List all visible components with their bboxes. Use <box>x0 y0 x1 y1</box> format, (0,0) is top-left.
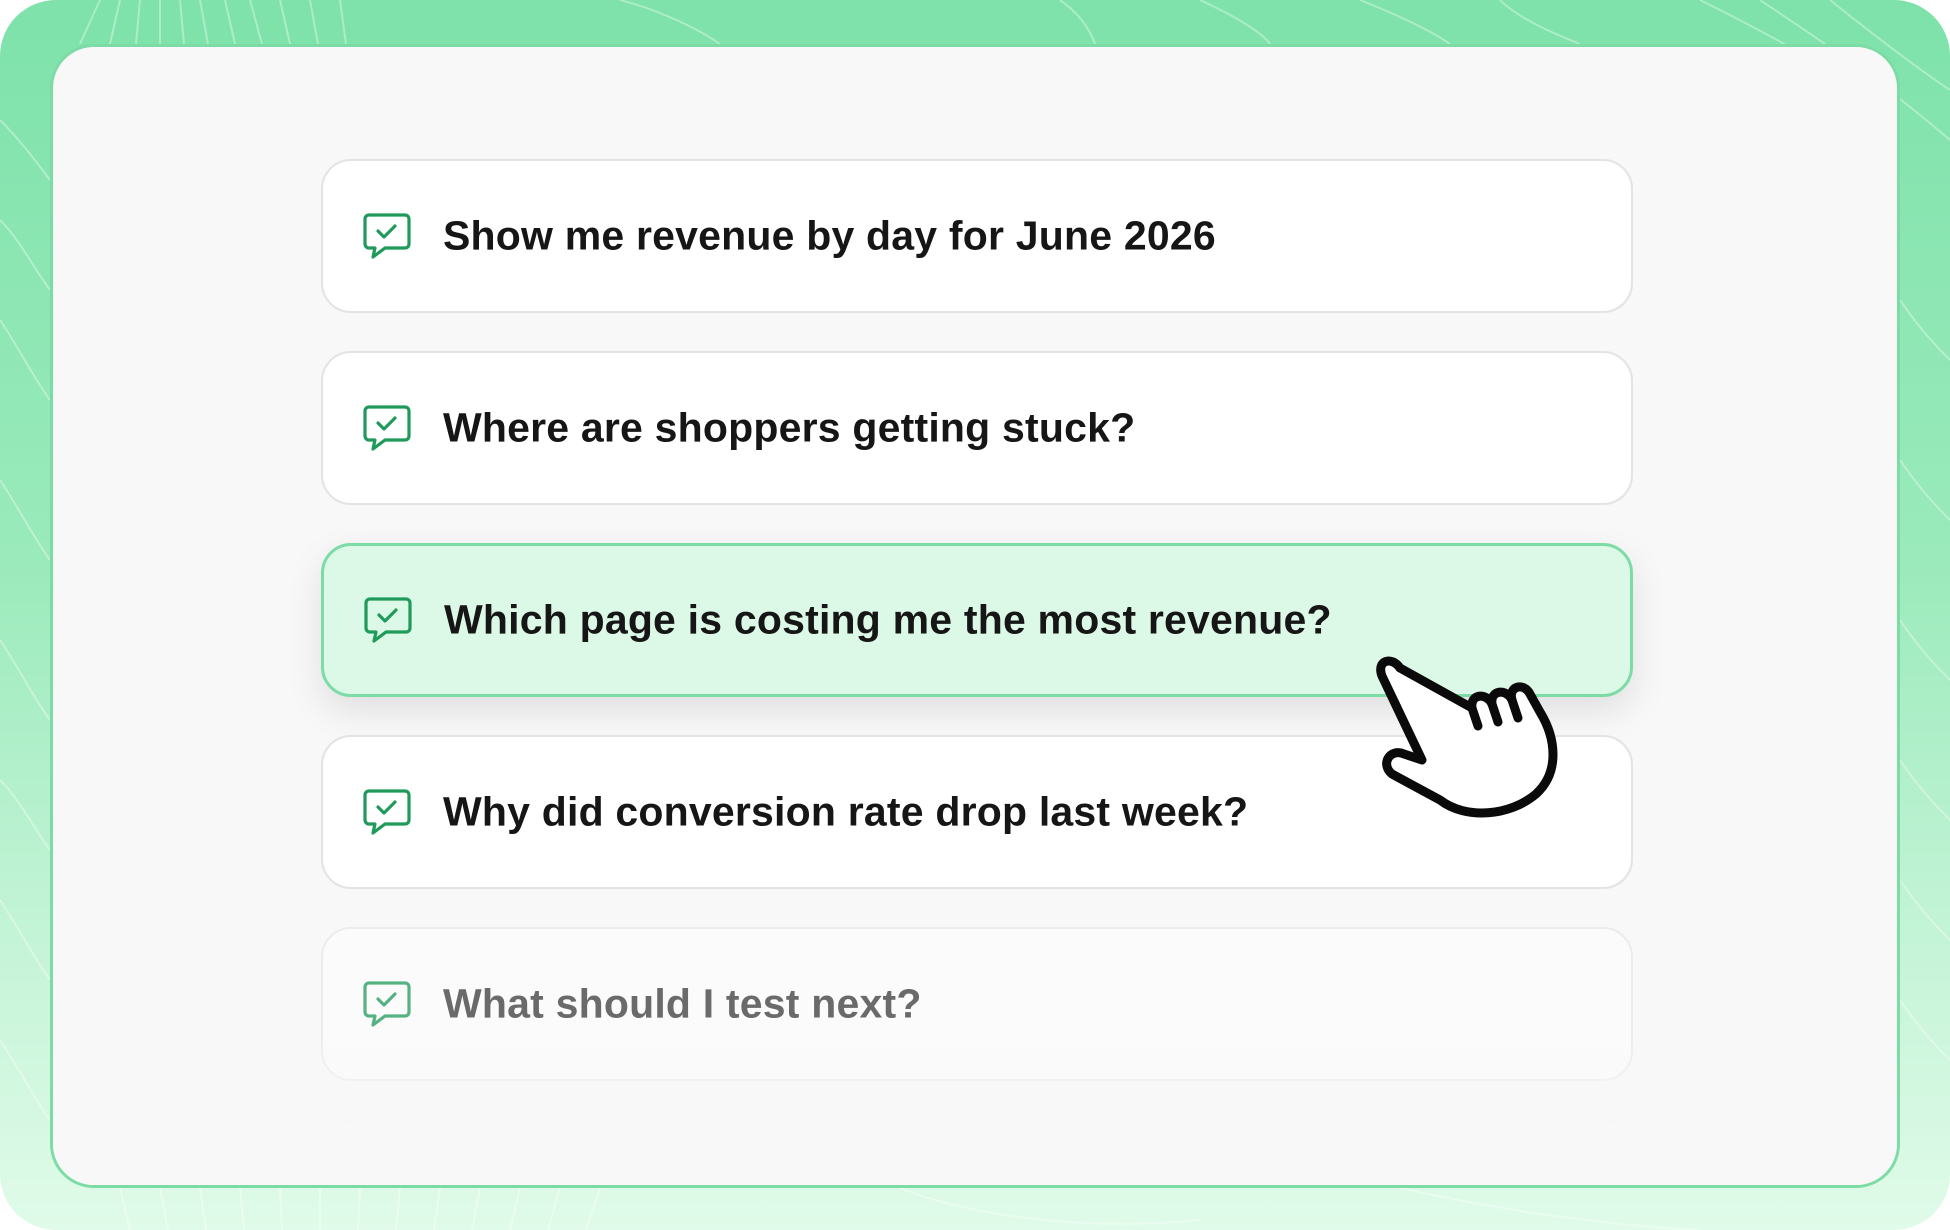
prompt-label: Why did conversion rate drop last week? <box>443 788 1249 835</box>
chat-check-icon <box>363 405 411 451</box>
chat-check-icon <box>364 597 412 643</box>
prompt-item[interactable]: Show me the page with the highest AOV <box>321 1119 1633 1186</box>
prompt-label: Which page is costing me the most revenu… <box>444 596 1332 643</box>
prompt-label: Show me revenue by day for June 2026 <box>443 212 1216 259</box>
prompt-label: What should I test next? <box>443 980 922 1027</box>
prompt-label: Show me the page with the highest AOV <box>443 1173 1233 1186</box>
hand-pointer-icon <box>1376 656 1558 818</box>
prompts-panel: Show me revenue by day for June 2026 Whe… <box>50 44 1900 1188</box>
background-frame: Show me revenue by day for June 2026 Whe… <box>0 0 1950 1230</box>
prompt-item[interactable]: Where are shoppers getting stuck? <box>321 351 1633 505</box>
chat-check-icon <box>363 789 411 835</box>
chat-check-icon <box>363 213 411 259</box>
prompt-item[interactable]: What should I test next? <box>321 927 1633 1081</box>
chat-check-icon <box>363 1173 411 1185</box>
prompt-item[interactable]: Show me revenue by day for June 2026 <box>321 159 1633 313</box>
chat-check-icon <box>363 981 411 1027</box>
prompt-label: Where are shoppers getting stuck? <box>443 404 1136 451</box>
prompt-list: Show me revenue by day for June 2026 Whe… <box>53 47 1897 1185</box>
